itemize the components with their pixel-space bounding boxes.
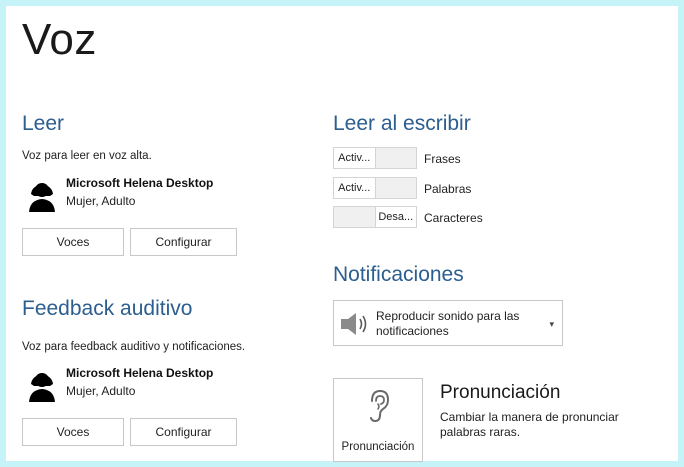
toggle-phrases[interactable]: Activ... (333, 147, 417, 169)
read-configure-button[interactable]: Configurar (130, 228, 237, 256)
notifications-section-title: Notificaciones (333, 263, 464, 286)
read-voice-meta: Mujer, Adulto (66, 194, 136, 208)
toggle-phrases-label: Frases (424, 152, 461, 166)
feedback-description: Voz para feedback auditivo y notificacio… (22, 341, 246, 353)
feedback-voices-button[interactable]: Voces (22, 418, 124, 446)
pronunciation-tile-label: Pronunciación (341, 441, 415, 453)
read-voice-card: Microsoft Helena Desktop Mujer, Adulto (28, 176, 258, 216)
toggle-off-segment[interactable] (375, 178, 416, 198)
typing-section-title: Leer al escribir (333, 112, 471, 135)
toggle-off-segment[interactable]: Desa... (375, 207, 416, 227)
toggle-words[interactable]: Activ... (333, 177, 417, 199)
read-voice-name: Microsoft Helena Desktop (66, 176, 214, 190)
person-avatar-icon (29, 183, 55, 212)
toggle-on-segment[interactable] (334, 207, 376, 227)
pronunciation-button[interactable]: Pronunciación (333, 378, 423, 462)
read-voices-button[interactable]: Voces (22, 228, 124, 256)
toggle-off-segment[interactable] (375, 148, 416, 168)
toggle-words-label: Palabras (424, 182, 472, 196)
person-avatar-icon (29, 373, 55, 402)
ear-icon (370, 389, 390, 423)
feedback-voice-meta: Mujer, Adulto (66, 384, 136, 398)
toggle-characters-label: Caracteres (424, 211, 483, 225)
feedback-voice-card: Microsoft Helena Desktop Mujer, Adulto (28, 366, 258, 406)
toggle-characters[interactable]: Desa... (333, 206, 417, 228)
toggle-on-segment[interactable]: Activ... (334, 178, 376, 198)
feedback-configure-button[interactable]: Configurar (130, 418, 237, 446)
read-description: Voz para leer en voz alta. (22, 150, 152, 162)
read-section-title: Leer (22, 112, 65, 135)
notifications-dropdown-value: Reproducir sonido para las notificacione… (376, 309, 520, 338)
feedback-section-title: Feedback auditivo (22, 297, 193, 320)
toggle-on-segment[interactable]: Activ... (334, 148, 376, 168)
pronunciation-description: Cambiar la manera de pronunciar palabras… (440, 410, 619, 439)
pronunciation-title: Pronunciación (440, 382, 561, 403)
speaker-icon (341, 313, 367, 335)
feedback-voice-name: Microsoft Helena Desktop (66, 366, 214, 380)
notifications-dropdown[interactable]: Reproducir sonido para las notificacione… (333, 300, 563, 346)
page-title: Voz (22, 15, 97, 64)
chevron-down-icon: ▾ (549, 319, 554, 329)
